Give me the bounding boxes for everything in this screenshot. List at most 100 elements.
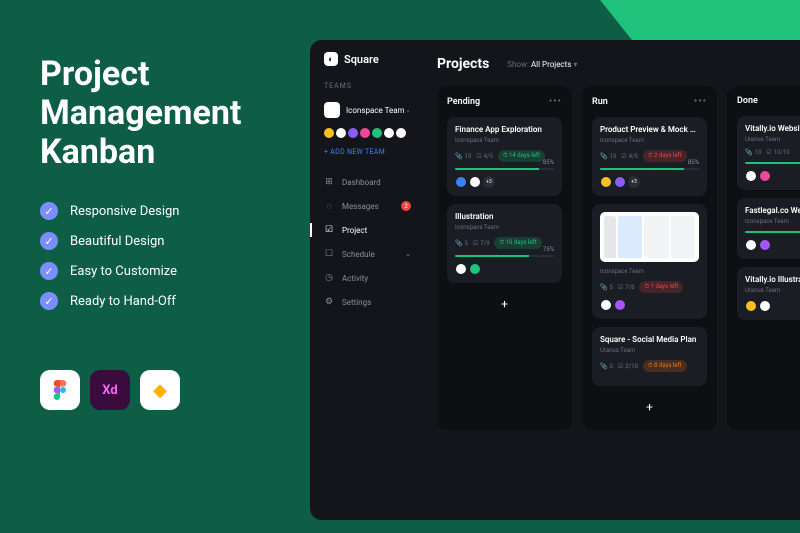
task-count: ☑ 7/9	[473, 240, 490, 247]
progress-pct: 85%	[543, 159, 554, 166]
card-title: Fastlegal.co Website	[745, 206, 800, 215]
feature-text: Ready to Hand-Off	[70, 294, 176, 309]
task-count: ☑ 4/5	[621, 153, 638, 160]
card-avatars	[600, 299, 699, 311]
feature-text: Easy to Customize	[70, 264, 177, 279]
kanban-card[interactable]: Vitally.io Illustration Uranus Team	[737, 267, 800, 320]
card-team: Iconspace Team	[745, 218, 800, 225]
card-title: Illustration	[455, 212, 554, 221]
member-avatar[interactable]	[336, 128, 346, 138]
progress: 75%	[455, 255, 554, 257]
xd-icon: Xd	[90, 370, 130, 410]
team-avatar	[324, 102, 340, 118]
feature-text: Responsive Design	[70, 204, 179, 219]
member-avatar[interactable]	[396, 128, 406, 138]
card-meta: 📎 13 ☑ 10/10	[745, 149, 800, 156]
kanban-card[interactable]: Iconspace Team 📎 5 ☑ 7/8 ⏱ 1 days left	[592, 204, 707, 319]
avatar[interactable]	[614, 299, 626, 311]
avatar[interactable]	[745, 300, 757, 312]
add-card-button[interactable]: +	[592, 394, 707, 420]
promo-title: Project Management Kanban	[40, 55, 241, 172]
avatar-more[interactable]: +3	[483, 176, 495, 188]
nav-settings[interactable]: ⚙Settings	[310, 290, 425, 314]
kanban-card[interactable]: Square - Social Media Plan Uranus Team 📎…	[592, 327, 707, 386]
nav-messages[interactable]: ◌Messages2	[310, 194, 425, 218]
column-header: Done	[737, 96, 800, 106]
kanban-card[interactable]: Fastlegal.co Website Iconspace Team	[737, 198, 800, 259]
nav-dashboard[interactable]: ⊞ Dashboard	[310, 170, 425, 194]
card-avatars	[455, 263, 554, 275]
card-avatars	[745, 300, 800, 312]
feature-text: Beautiful Design	[70, 234, 165, 249]
promo-title-line: Kanban	[40, 133, 241, 172]
task-count: ☑ 4/5	[476, 153, 493, 160]
column-run: Run ••• Product Preview & Mock up for...…	[582, 86, 717, 430]
progress-pct: 85%	[688, 159, 699, 166]
nav-label: Project	[342, 226, 367, 235]
avatar[interactable]	[600, 299, 612, 311]
column-title: Pending	[447, 97, 480, 107]
card-preview-image	[600, 212, 699, 262]
avatar[interactable]	[614, 176, 626, 188]
avatar[interactable]	[469, 263, 481, 275]
column-pending: Pending ••• Finance App Exploration Icon…	[437, 86, 572, 430]
kanban-card[interactable]: Product Preview & Mock up for... Iconspa…	[592, 117, 707, 196]
page-title: Projects	[437, 56, 489, 72]
card-title: Product Preview & Mock up for...	[600, 125, 699, 134]
avatar[interactable]	[759, 300, 771, 312]
avatar[interactable]	[455, 263, 467, 275]
nav-activity[interactable]: ◷Activity	[310, 266, 425, 290]
app-logo[interactable]: ◐ Square	[310, 52, 425, 66]
avatar-more[interactable]: +3	[628, 176, 640, 188]
member-avatar[interactable]	[360, 128, 370, 138]
column-title: Run	[592, 97, 608, 107]
card-avatars: +3	[455, 176, 554, 188]
avatar[interactable]	[759, 239, 771, 251]
card-title: Vitally.io Illustration	[745, 275, 800, 284]
attachment-count: 📎 13	[745, 149, 761, 156]
nav-label: Messages	[342, 202, 379, 211]
card-team: Uranus Team	[745, 136, 800, 143]
filter-dropdown[interactable]: Show: All Projects ▾	[507, 60, 577, 69]
card-team: Iconspace Team	[455, 137, 554, 144]
figma-icon	[40, 370, 80, 410]
column-title: Done	[737, 96, 758, 106]
logo-icon: ◐	[324, 52, 338, 66]
nav-project[interactable]: ☑Project	[310, 218, 425, 242]
kanban-card[interactable]: Illustration Iconspace Team 📎 5 ☑ 7/9 ⏱ …	[447, 204, 562, 283]
add-card-button[interactable]: +	[447, 291, 562, 317]
more-icon[interactable]: •••	[549, 96, 562, 107]
attachment-count: 📎 0	[600, 363, 613, 370]
add-team-button[interactable]: + ADD NEW TEAM	[310, 148, 425, 156]
kanban-card[interactable]: Finance App Exploration Iconspace Team 📎…	[447, 117, 562, 196]
promo-title-line: Management	[40, 94, 241, 133]
avatar[interactable]	[759, 170, 771, 182]
more-icon[interactable]: •••	[694, 96, 707, 107]
nav-schedule[interactable]: ☐Schedule⌄	[310, 242, 425, 266]
days-badge: ⏱ 1 days left	[639, 281, 683, 293]
calendar-icon: ☐	[324, 249, 334, 259]
grid-icon: ⊞	[324, 177, 334, 187]
app-window: ◐ Square TEAMS Iconspace Team ⌄ + ADD NE…	[310, 40, 800, 520]
avatar[interactable]	[455, 176, 467, 188]
member-avatar[interactable]	[372, 128, 382, 138]
team-selector[interactable]: Iconspace Team ⌄	[310, 98, 425, 122]
card-title: Vitally.io Website	[745, 124, 800, 133]
member-avatar[interactable]	[384, 128, 394, 138]
member-avatar[interactable]	[348, 128, 358, 138]
nav-label: Dashboard	[342, 178, 381, 187]
kanban-card[interactable]: Vitally.io Website Uranus Team 📎 13 ☑ 10…	[737, 116, 800, 190]
member-avatar[interactable]	[324, 128, 334, 138]
avatar[interactable]	[745, 239, 757, 251]
nav-menu: ⊞ Dashboard ◌Messages2 ☑Project ☐Schedule…	[310, 170, 425, 314]
avatar[interactable]	[745, 170, 757, 182]
card-avatars: +3	[600, 176, 699, 188]
chevron-down-icon: ▾	[573, 60, 577, 69]
filter-label: Show:	[507, 60, 529, 69]
card-title: Finance App Exploration	[455, 125, 554, 134]
attachment-count: 📎 5	[600, 284, 613, 291]
avatar[interactable]	[469, 176, 481, 188]
attachment-count: 📎 13	[600, 153, 616, 160]
avatar[interactable]	[600, 176, 612, 188]
card-meta: 📎 0 ☑ 2/10 ⏱ 8 days left	[600, 360, 699, 372]
